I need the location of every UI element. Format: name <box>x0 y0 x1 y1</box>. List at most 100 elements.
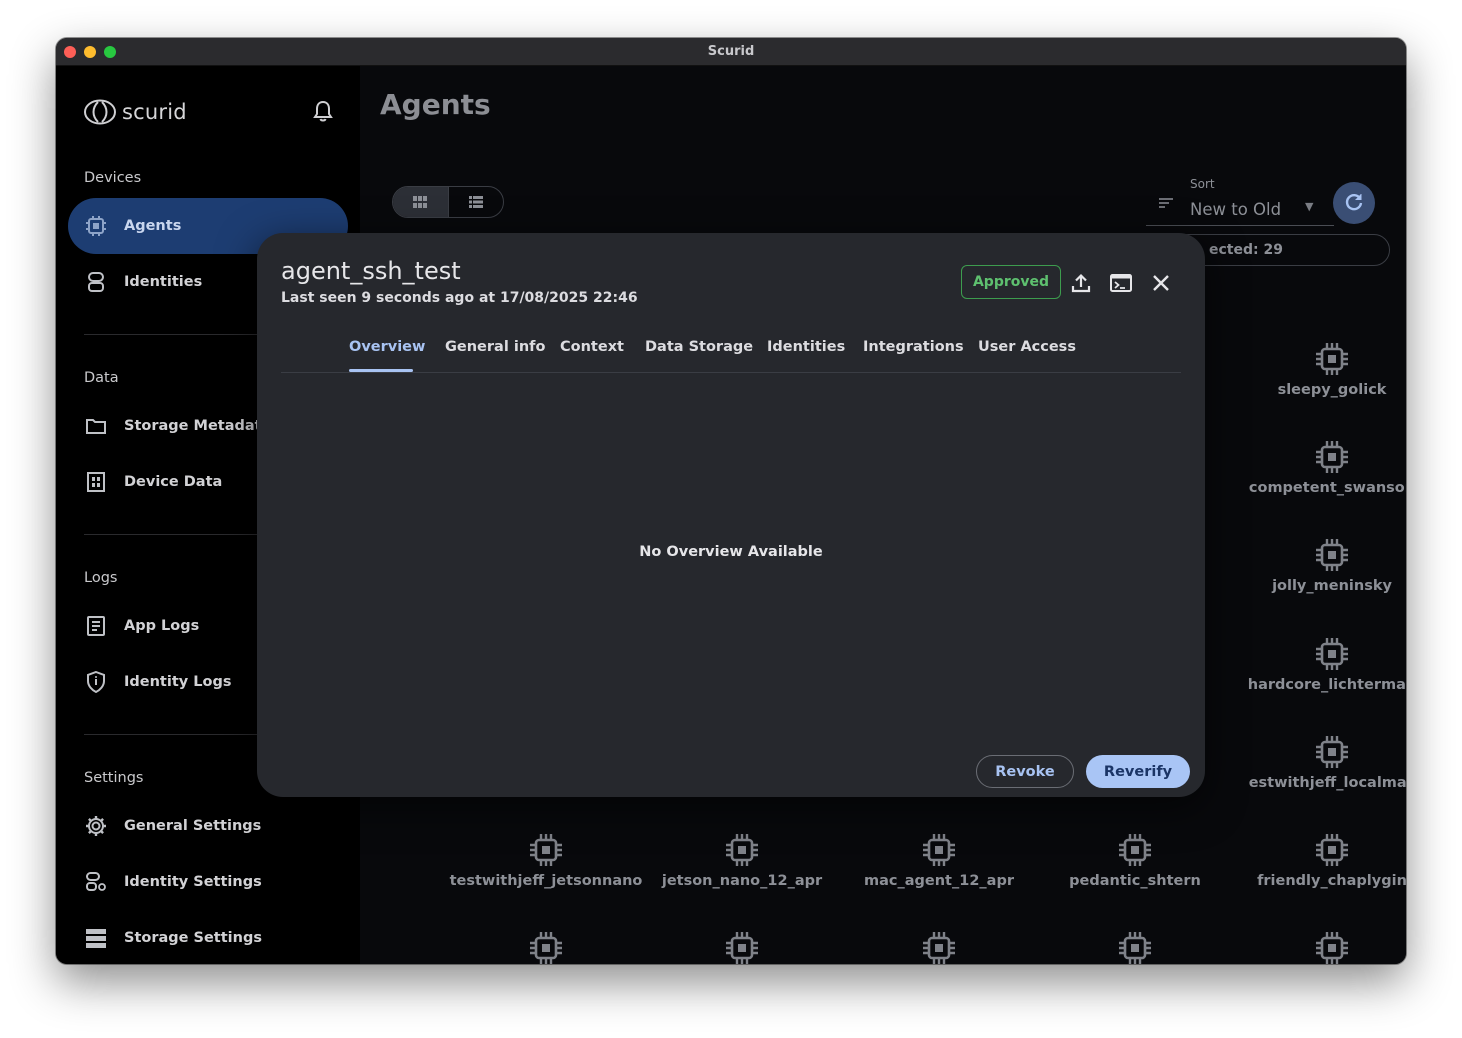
storage-icon <box>84 926 108 950</box>
gear-icon <box>84 814 108 838</box>
chip-icon <box>1316 441 1348 473</box>
revoke-button[interactable]: Revoke <box>976 755 1074 788</box>
chip-icon <box>1316 638 1348 670</box>
sidebar-item-label: Device Data <box>124 474 223 490</box>
agent-tile[interactable]: estwithjeff_localmac <box>1234 735 1406 791</box>
chip-icon <box>1119 932 1151 964</box>
notifications-bell-icon[interactable] <box>313 100 333 126</box>
logo-text: scurid <box>122 100 187 124</box>
agent-tile[interactable]: jolly_meninsky <box>1234 538 1406 594</box>
agent-name: jolly_meninsky <box>1272 578 1392 594</box>
title-bar: Scurid <box>56 38 1406 66</box>
agent-tile[interactable]: pedantic_shtern <box>1037 833 1233 889</box>
tab-identities[interactable]: Identities <box>767 339 845 355</box>
grid-view-button[interactable] <box>393 187 449 217</box>
tab-user-access[interactable]: User Access <box>978 339 1076 355</box>
agent-tile[interactable]: sleepy_golick <box>1234 342 1406 398</box>
reverify-button[interactable]: Reverify <box>1086 755 1190 788</box>
document-icon <box>84 614 108 638</box>
tab-context[interactable]: Context <box>560 339 624 355</box>
view-toggle <box>392 186 504 218</box>
refresh-button[interactable] <box>1333 182 1375 224</box>
chip-icon <box>530 834 562 866</box>
identity-card-icon <box>84 270 108 294</box>
app-logo: scurid <box>84 99 187 125</box>
sidebar-item-storage-settings[interactable]: Storage Settings <box>68 910 348 964</box>
close-dialog-button[interactable] <box>1149 271 1173 295</box>
terminal-icon <box>1110 274 1132 292</box>
agent-tile[interactable]: jetson_nano_12_apr <box>644 833 840 889</box>
agent-detail-dialog: agent_ssh_test Last seen 9 seconds ago a… <box>257 233 1205 797</box>
sidebar-item-label: Agents <box>124 218 182 234</box>
terminal-button[interactable] <box>1109 271 1133 295</box>
agent-name: mac_agent_12_apr <box>864 873 1014 889</box>
chevron-down-icon[interactable]: ▼ <box>1305 200 1313 213</box>
section-logs: Logs <box>84 570 118 586</box>
sort-underline <box>1146 225 1334 226</box>
sort-icon <box>1158 194 1174 213</box>
agent-tile[interactable] <box>841 931 1037 964</box>
sort-select[interactable]: New to Old <box>1190 200 1281 219</box>
agent-name: hardcore_lichterman <box>1247 677 1406 693</box>
chip-icon <box>84 214 108 238</box>
sidebar-item-label: Storage Settings <box>124 930 262 946</box>
chip-icon <box>1316 539 1348 571</box>
agent-tile[interactable] <box>1234 931 1406 964</box>
window-title: Scurid <box>707 44 755 59</box>
chip-icon <box>923 932 955 964</box>
agent-tile[interactable]: mac_agent_12_apr <box>841 833 1037 889</box>
agent-name: jetson_nano_12_apr <box>661 873 823 889</box>
tab-integrations[interactable]: Integrations <box>863 339 964 355</box>
dialog-title: agent_ssh_test <box>281 257 461 285</box>
page-title: Agents <box>380 88 491 121</box>
tab-general-info[interactable]: General info <box>445 339 545 355</box>
folder-icon <box>84 414 108 438</box>
empty-state-message: No Overview Available <box>639 544 823 560</box>
agent-tile[interactable]: competent_swanson <box>1234 440 1406 496</box>
chip-icon <box>1316 834 1348 866</box>
sidebar-item-identity-settings[interactable]: Identity Settings <box>68 854 348 910</box>
chip-icon <box>530 932 562 964</box>
chip-icon <box>726 834 758 866</box>
last-seen-text: Last seen 9 seconds ago at 17/08/2025 22… <box>281 290 638 306</box>
agent-tile[interactable]: testwithjeff_jetsonnano <box>448 833 644 889</box>
chip-icon <box>1316 932 1348 964</box>
identity-settings-icon <box>84 870 108 894</box>
list-icon <box>468 196 483 208</box>
sidebar-item-label: Identity Settings <box>124 874 262 890</box>
shield-icon <box>84 670 108 694</box>
agent-name: estwithjeff_localmac <box>1248 775 1406 791</box>
grid-icon <box>413 196 428 208</box>
agent-name: pedantic_shtern <box>1069 873 1201 889</box>
agent-tile[interactable]: hardcore_lichterman <box>1234 637 1406 693</box>
agent-name: competent_swanson <box>1248 480 1406 496</box>
agent-tile[interactable] <box>1037 931 1233 964</box>
agent-name: sleepy_golick <box>1277 382 1387 398</box>
section-settings: Settings <box>84 770 144 786</box>
tab-overview[interactable]: Overview <box>349 339 425 355</box>
chip-icon <box>1119 834 1151 866</box>
sidebar-item-label: App Logs <box>124 618 200 634</box>
section-data: Data <box>84 370 119 386</box>
close-icon <box>1153 275 1169 291</box>
sidebar-item-label: Identities <box>124 274 203 290</box>
list-view-button[interactable] <box>449 187 504 217</box>
sidebar-item-label: General Settings <box>124 818 262 834</box>
agent-tile[interactable]: friendly_chaplygin <box>1234 833 1406 889</box>
agent-tile[interactable] <box>644 931 840 964</box>
device-data-icon <box>84 470 108 494</box>
sidebar-item-general-settings[interactable]: General Settings <box>68 798 348 854</box>
sidebar-item-label: Storage Metadata <box>124 418 272 434</box>
chip-icon <box>1316 343 1348 375</box>
agent-tile[interactable] <box>448 931 644 964</box>
chip-icon <box>726 932 758 964</box>
chip-icon <box>1316 736 1348 768</box>
active-tab-indicator <box>349 369 413 372</box>
tab-data-storage[interactable]: Data Storage <box>645 339 753 355</box>
sidebar-item-label: Identity Logs <box>124 674 232 690</box>
upload-icon <box>1071 273 1091 293</box>
chip-icon <box>923 834 955 866</box>
refresh-icon <box>1345 194 1363 211</box>
scurid-logo-icon <box>84 99 116 125</box>
upload-button[interactable] <box>1069 271 1093 295</box>
